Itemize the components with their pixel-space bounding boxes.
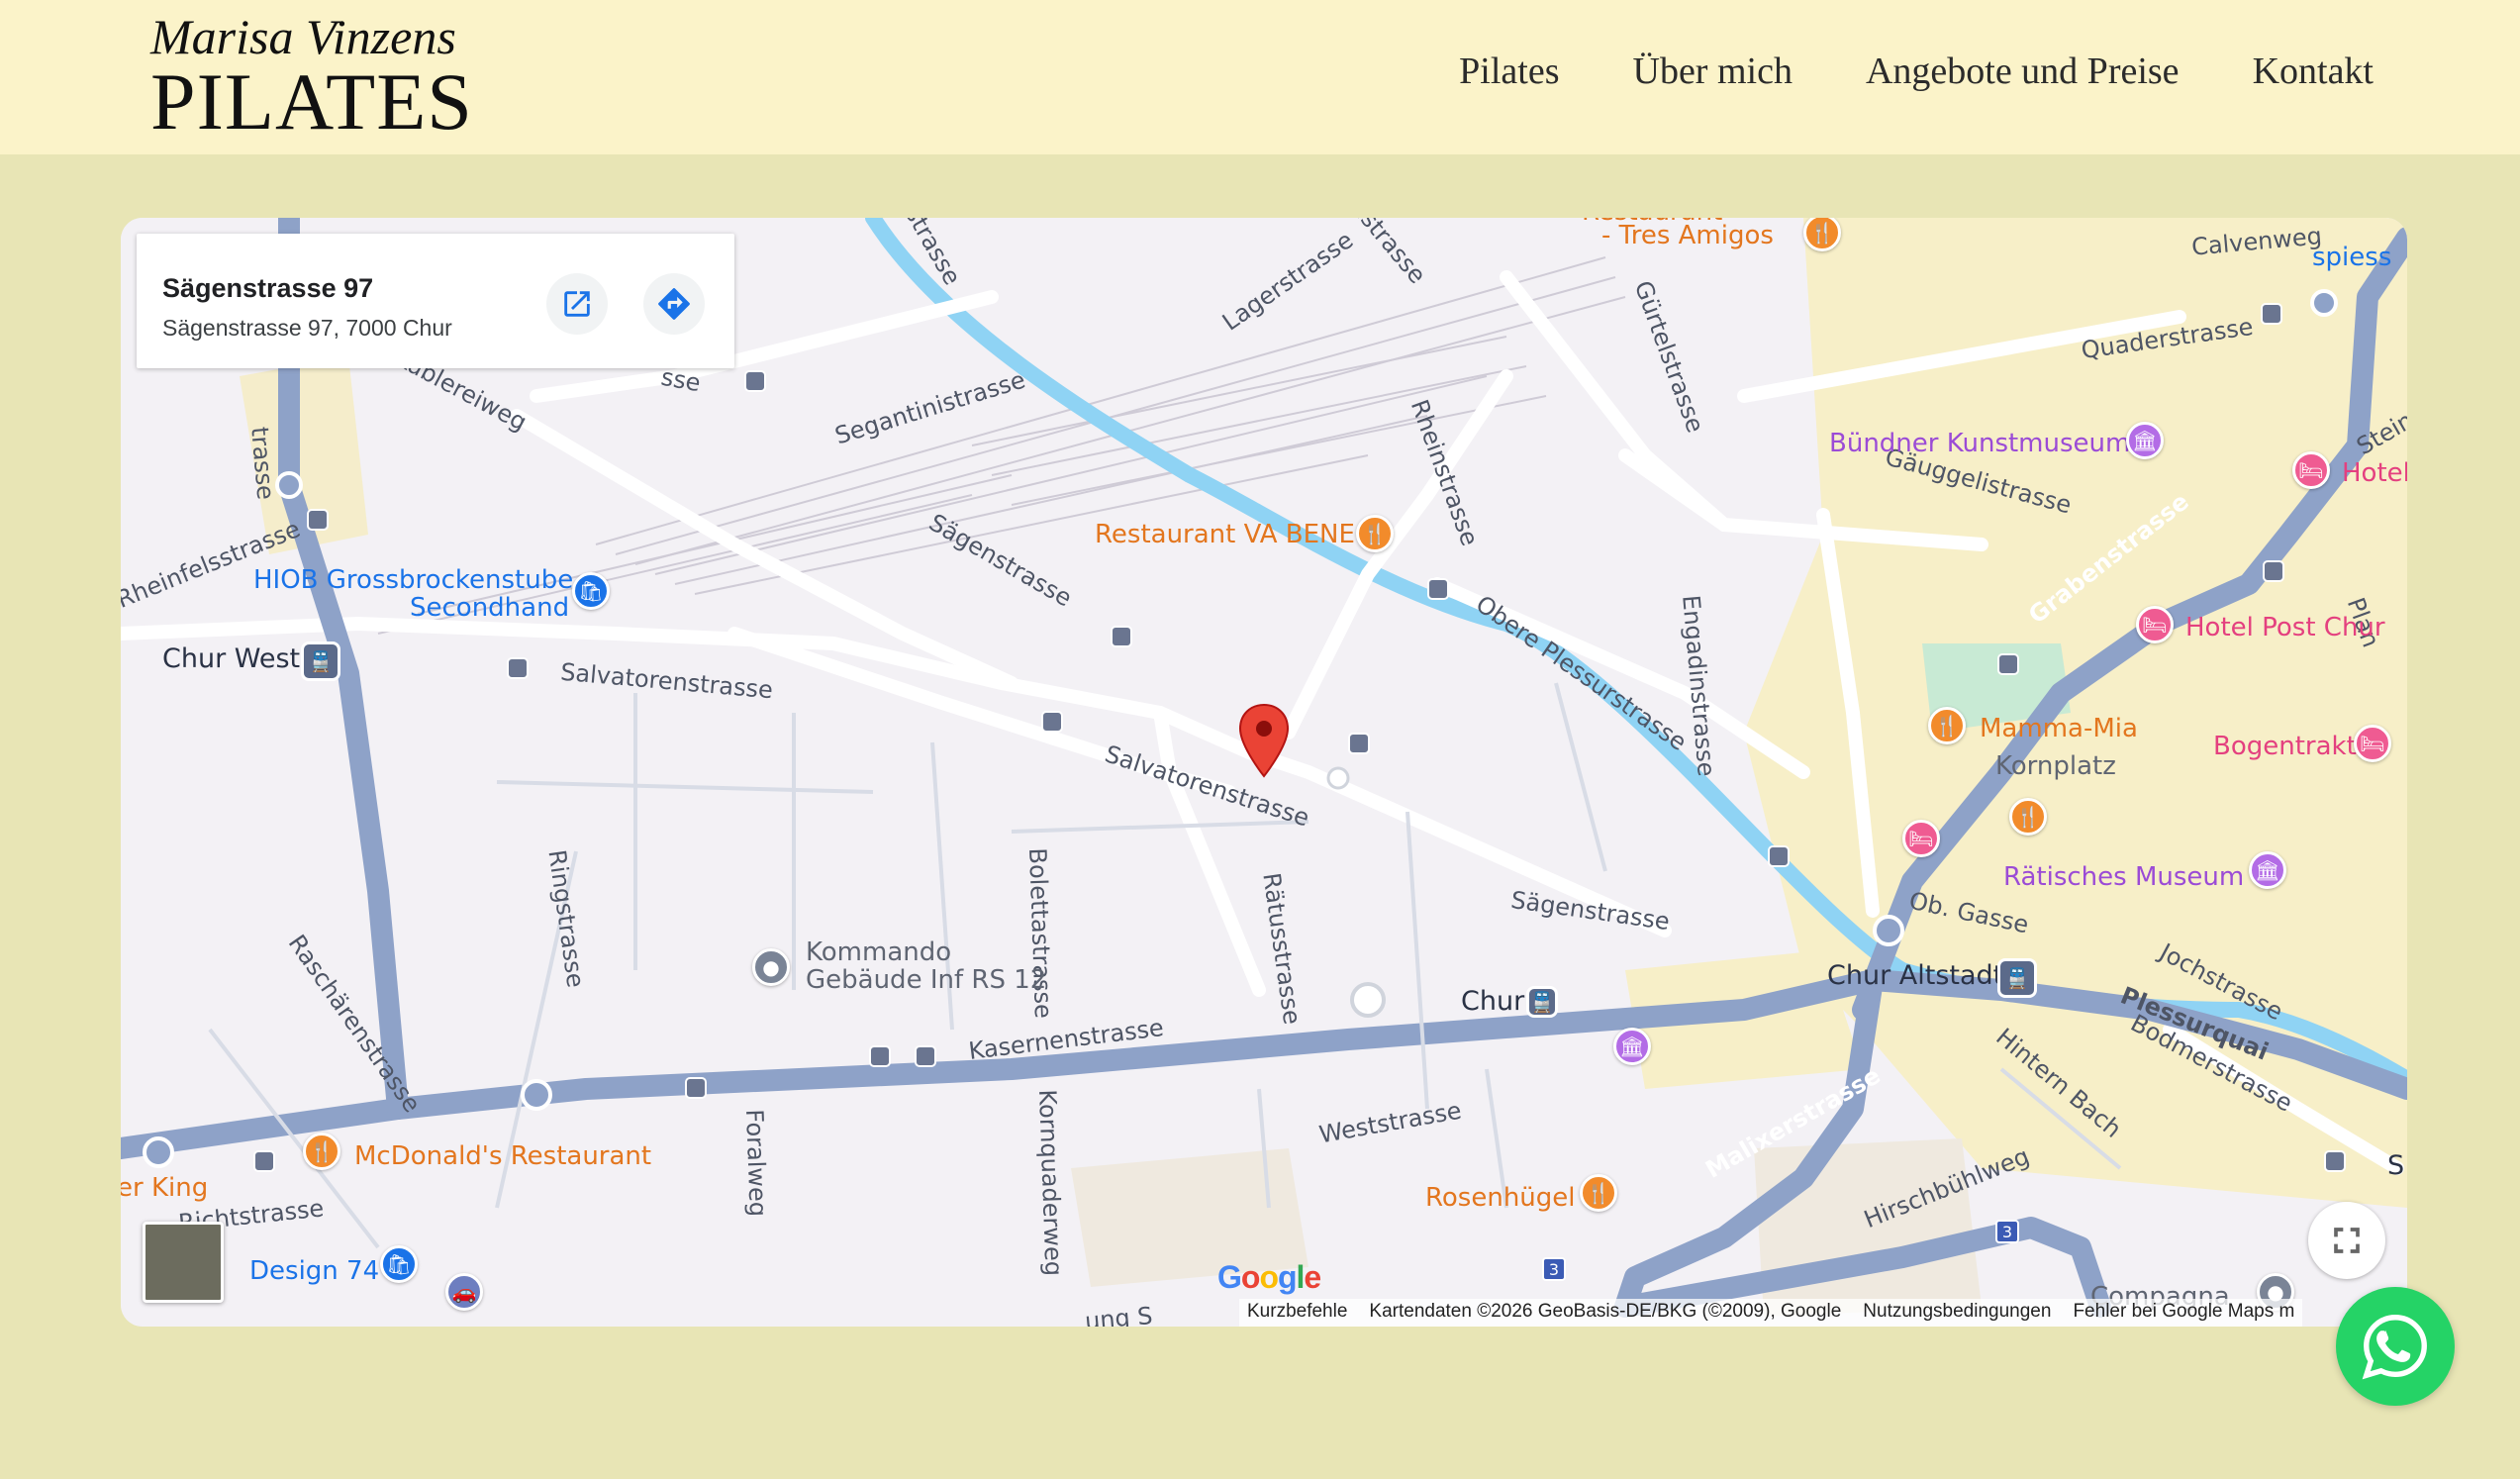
bus-stop-icon[interactable] — [869, 1045, 891, 1067]
bus-stop-icon[interactable] — [1997, 653, 2019, 675]
place-label: Restaurant VA BENE — [1095, 520, 1355, 549]
place-label: Kornplatz — [1995, 751, 2116, 781]
place-title: Sägenstrasse 97 — [162, 273, 374, 303]
museum-icon[interactable]: 🏛 — [2249, 851, 2286, 889]
nav-kontakt[interactable]: Kontakt — [2253, 49, 2374, 93]
hotel-icon[interactable]: 🛏 — [1902, 820, 1940, 857]
nav-pilates[interactable]: Pilates — [1459, 49, 1559, 93]
satellite-layer-toggle[interactable] — [143, 1222, 224, 1303]
place-label: Kommando — [806, 937, 952, 967]
open-in-new-icon — [564, 291, 590, 317]
place-marker-icon[interactable]: ● — [752, 948, 790, 986]
place-label: Gebäude Inf RS 12 — [806, 965, 1047, 995]
whatsapp-button[interactable] — [2336, 1287, 2455, 1406]
place-label: Design 74 — [249, 1256, 380, 1286]
bus-stop-icon[interactable] — [1111, 626, 1132, 647]
place-label: Rätisches Museum — [2003, 862, 2245, 892]
bus-stop-icon[interactable] — [2263, 560, 2284, 582]
place-label: Bogentrakt — [2213, 732, 2357, 761]
place-label: Mamma-Mia — [1980, 714, 2138, 743]
restaurant-icon[interactable]: 🍴 — [303, 1133, 340, 1170]
place-label: Bündner Kunstmuseum — [1829, 429, 2131, 458]
bus-stop-icon[interactable] — [744, 370, 766, 392]
site-header: Marisa Vinzens PILATES Pilates Über mich… — [0, 0, 2520, 154]
hotel-icon[interactable]: 🛏 — [2292, 451, 2330, 489]
restaurant-icon[interactable]: 🍴 — [1928, 707, 1966, 744]
directions-button[interactable] — [643, 273, 705, 335]
place-label: Secondhand — [410, 593, 570, 623]
restaurant-icon[interactable]: 🍴 — [1580, 1174, 1617, 1212]
place-label: - Tres Amigos — [1601, 221, 1774, 250]
place-label: Chur Altstadt — [1827, 960, 2004, 991]
place-label: McDonald's Restaurant — [354, 1141, 652, 1171]
hotel-icon[interactable]: 🛏 — [2354, 725, 2391, 762]
route-badge: 3 — [1995, 1220, 2019, 1243]
car-service-icon[interactable]: 🚗 — [445, 1273, 483, 1311]
report-error-link[interactable]: Fehler bei Google Maps m — [2073, 1301, 2294, 1325]
bus-stop-icon[interactable] — [253, 1150, 275, 1172]
fullscreen-icon — [2334, 1228, 2360, 1253]
fullscreen-button[interactable] — [2308, 1202, 2385, 1279]
bus-stop-icon[interactable] — [1427, 578, 1449, 600]
open-in-maps-button[interactable] — [546, 273, 608, 335]
route-badge: 3 — [1542, 1257, 1566, 1281]
train-station-icon[interactable]: 🚆 — [1526, 986, 1558, 1018]
place-label: Hotel Post Chur — [2185, 613, 2385, 642]
bus-stop-icon[interactable] — [2324, 1150, 2346, 1172]
bus-stop-icon[interactable] — [915, 1045, 936, 1067]
logo-title: PILATES — [150, 56, 473, 147]
google-map[interactable]: Segantinistrasse Sägenstrasse Sägenstras… — [121, 218, 2407, 1327]
nav-angebote-preise[interactable]: Angebote und Preise — [1866, 49, 2180, 93]
bus-stop-icon[interactable] — [1348, 733, 1370, 754]
place-info-card: Sägenstrasse 97 Sägenstrasse 97, 7000 Ch… — [137, 234, 734, 368]
place-label: Hotel — [2342, 458, 2407, 488]
logo-name: Marisa Vinzens — [150, 9, 456, 64]
main-nav: Pilates Über mich Angebote und Preise Ko… — [1459, 49, 2374, 93]
shopping-bag-icon[interactable]: 🛍 — [572, 572, 610, 610]
map-data-credit: Kartendaten ©2026 GeoBasis-DE/BKG (©2009… — [1369, 1301, 1842, 1322]
bus-stop-icon[interactable] — [1041, 711, 1063, 733]
museum-icon[interactable]: 🏛 — [1613, 1028, 1651, 1065]
place-label: er King — [121, 1173, 209, 1203]
google-logo-g: G — [1217, 1259, 1242, 1295]
train-station-icon[interactable]: 🚆 — [301, 641, 340, 681]
whatsapp-icon — [2362, 1315, 2427, 1380]
shopping-bag-icon[interactable]: 🛍 — [380, 1245, 418, 1283]
place-address: Sägenstrasse 97, 7000 Chur — [162, 315, 452, 341]
nav-ueber-mich[interactable]: Über mich — [1633, 49, 1793, 93]
bus-stop-icon[interactable] — [2261, 303, 2282, 325]
place-label: S — [2387, 1150, 2405, 1181]
google-logo: Google — [1217, 1259, 1321, 1295]
hotel-icon[interactable]: 🛏 — [2136, 606, 2174, 643]
bus-stop-icon[interactable] — [507, 657, 529, 679]
museum-icon[interactable]: 🏛 — [2126, 422, 2164, 459]
terms-link[interactable]: Nutzungsbedingungen — [1863, 1301, 2051, 1325]
bus-stop-icon[interactable] — [685, 1077, 707, 1099]
place-label: spiess — [2312, 243, 2392, 272]
train-station-icon[interactable]: 🚆 — [1997, 958, 2037, 998]
keyboard-shortcuts-link[interactable]: Kurzbefehle — [1247, 1301, 1347, 1325]
place-label: Chur — [1461, 986, 1525, 1017]
site-logo[interactable]: Marisa Vinzens PILATES — [150, 9, 473, 147]
map-attribution: Kurzbefehle Kartendaten ©2026 GeoBasis-D… — [1239, 1299, 2303, 1327]
place-label: HIOB Grossbrockenstube — [253, 565, 574, 595]
place-label: Rosenhügel — [1425, 1183, 1576, 1213]
bus-stop-icon[interactable] — [307, 509, 329, 531]
location-marker-icon[interactable] — [1237, 703, 1291, 778]
street-foralweg: Foralweg — [740, 1109, 772, 1218]
bus-stop-icon[interactable] — [1768, 845, 1790, 867]
directions-icon — [658, 288, 690, 320]
restaurant-icon[interactable]: 🍴 — [1356, 515, 1394, 552]
restaurant-icon[interactable]: 🍴 — [2009, 798, 2047, 836]
place-label: Chur West — [162, 643, 301, 674]
